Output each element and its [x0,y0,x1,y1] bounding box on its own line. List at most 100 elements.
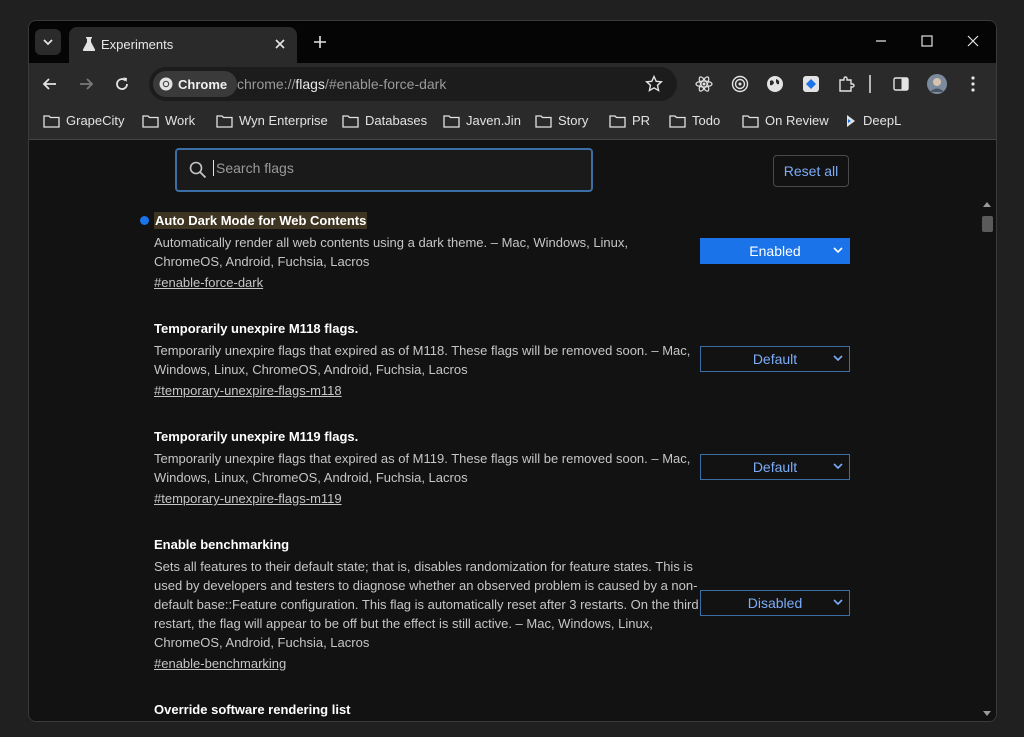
bookmark-label: Wyn Enterprise [239,113,328,128]
new-tab-button[interactable] [311,33,329,51]
diamond-extension[interactable] [800,73,822,95]
search-placeholder: Search flags [213,160,576,176]
deepl-logo-icon [847,114,855,127]
close-window-button[interactable] [950,21,996,61]
react-icon [695,76,713,92]
flag-state-select[interactable]: Enabled [700,238,850,264]
search-input[interactable]: Search flags [175,148,593,192]
react-devtools-extension[interactable] [693,73,715,95]
globe-icon [767,76,783,92]
select-value: Default [752,351,798,367]
url-host: flags [295,76,325,92]
flag-title: Temporarily unexpire M118 flags. [154,321,359,336]
plus-icon [314,36,326,48]
bookmark-folder[interactable]: Todo [669,113,720,128]
flag-state-select[interactable]: Disabled [700,590,850,616]
flag-state-select[interactable]: Default [700,454,850,480]
forward-button[interactable] [73,71,99,97]
maximize-button[interactable] [904,21,950,61]
tab-search-button[interactable] [35,29,61,55]
select-value: Default [752,459,798,475]
flag-anchor-link[interactable]: #enable-force-dark [154,274,699,291]
chevron-down-icon [833,247,843,254]
bookmark-folder[interactable]: On Review [742,113,829,128]
folder-icon [609,114,626,128]
flag-description: Sets all features to their default state… [154,559,699,650]
globe-extension[interactable] [764,73,786,95]
scroll-up-icon[interactable] [983,201,991,207]
url-text: chrome://flags/#enable-force-dark [237,76,446,92]
flag-item: Temporarily unexpire M118 flags. Tempora… [154,320,699,399]
tab-title: Experiments [101,37,174,52]
bookmarks-bar: GrapeCity Work Wyn Enterprise Databases … [29,105,996,140]
tab-experiments[interactable]: Experiments [69,27,297,63]
chevron-down-icon [833,599,843,606]
target-icon [731,75,749,93]
bookmark-folder[interactable]: Javen.Jin [443,113,521,128]
flag-anchor-link[interactable]: #temporary-unexpire-flags-m118 [154,382,699,399]
minimize-button[interactable] [858,21,904,61]
scroll-down-icon[interactable] [983,711,991,717]
bookmark-folder[interactable]: Story [535,113,588,128]
flag-title: Override software rendering list [154,702,351,717]
tab-close-button[interactable] [271,35,289,53]
url-scheme: chrome:// [237,76,296,92]
bookmark-label: PR [632,113,651,128]
flag-description: Automatically render all web contents us… [154,235,629,269]
title-bar: Experiments [29,21,996,63]
flag-state-select[interactable]: Default [700,346,850,372]
chevron-down-icon [43,39,53,46]
select-value: Disabled [747,595,803,611]
folder-icon [443,114,460,128]
diamond-icon [803,76,819,92]
profile-button[interactable] [926,73,948,95]
select-value: Enabled [749,243,801,259]
bookmark-folder[interactable]: Wyn Enterprise [216,113,328,128]
toolbar-divider [865,73,875,95]
bookmark-star-icon[interactable] [645,75,663,93]
toolbar: Chrome chrome://flags/#enable-force-dark [29,63,996,105]
close-icon [967,35,979,47]
bookmark-label: GrapeCity [66,113,125,128]
folder-icon [342,114,359,128]
flag-item: Temporarily unexpire M119 flags. Tempora… [154,428,699,507]
chrome-logo-icon [159,77,173,91]
flask-icon [82,37,96,51]
target-extension[interactable] [729,73,751,95]
flag-title: Auto Dark Mode for Web Contents [154,212,368,229]
bookmark-link[interactable]: DeepL [845,113,901,128]
reload-icon [116,77,128,90]
bookmark-folder[interactable]: Work [142,113,195,128]
flag-description: Temporarily unexpire flags that expired … [154,451,691,485]
extensions-button[interactable] [835,73,857,95]
menu-button[interactable] [962,73,984,95]
chevron-down-icon [833,355,843,362]
folder-icon [535,114,552,128]
reset-all-button[interactable]: Reset all [773,155,849,187]
scrollbar[interactable] [980,198,994,721]
folder-icon [669,114,686,128]
flag-anchor-link[interactable]: #temporary-unexpire-flags-m119 [154,490,699,507]
maximize-icon [921,35,933,47]
flags-page: Search flags Reset all Auto Dark Mode fo… [29,140,996,721]
avatar [927,74,947,94]
more-vertical-icon [971,76,975,92]
side-panel-button[interactable] [890,73,912,95]
divider-icon [869,75,871,93]
site-info-chip[interactable]: Chrome [153,71,238,97]
bookmark-label: Todo [692,113,721,128]
back-button[interactable] [37,71,63,97]
bookmark-label: Javen.Jin [466,113,521,128]
folder-icon [142,114,159,128]
reload-button[interactable] [109,71,135,97]
arrow-right-icon [80,78,94,90]
bookmark-folder[interactable]: GrapeCity [43,113,125,128]
address-bar[interactable]: Chrome chrome://flags/#enable-force-dark [149,67,677,101]
flag-item: Enable benchmarking Sets all features to… [154,536,699,672]
scrollbar-thumb[interactable] [982,216,993,232]
bookmark-folder[interactable]: Databases [342,113,427,128]
minimize-icon [876,40,886,42]
flag-anchor-link[interactable]: #enable-benchmarking [154,655,699,672]
bookmark-folder[interactable]: PR [609,113,650,128]
flag-item: Override software rendering list [154,701,699,719]
